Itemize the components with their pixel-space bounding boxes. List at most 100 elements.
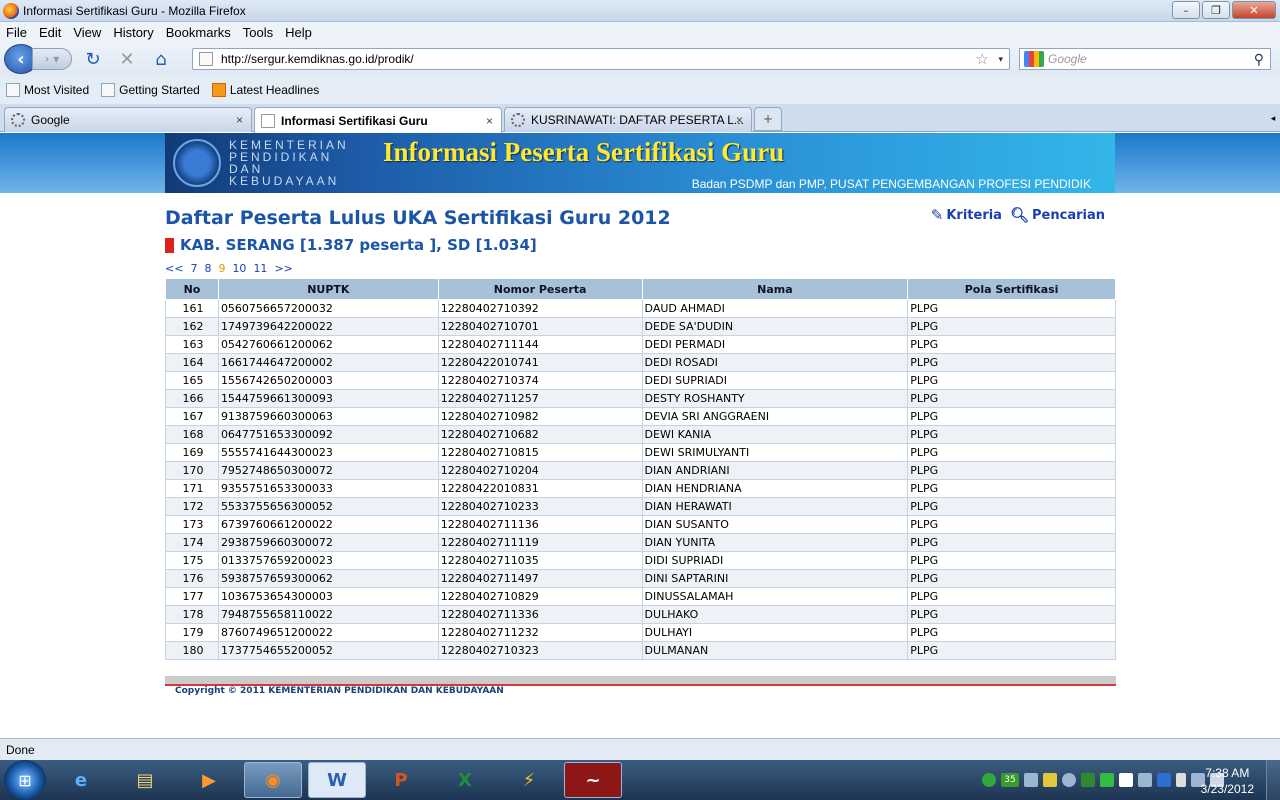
excel-icon[interactable]: X — [436, 762, 494, 798]
bookmark-most-visited[interactable]: Most Visited — [6, 83, 89, 97]
cell-nuptk: 2938759660300072 — [217, 533, 439, 552]
tray-minus-icon[interactable] — [1062, 773, 1076, 787]
app-icon[interactable]: ~ — [564, 762, 622, 798]
cell-nama: DIAN HERAWATI — [641, 497, 909, 516]
search-icon[interactable]: ⚲ — [1254, 51, 1264, 68]
page-icon — [261, 113, 275, 128]
table-row: 161 0560756657200032 12280402710392 DAUD AH… — [165, 299, 1116, 318]
cell-nuptk: 7952748650300072 — [217, 461, 439, 480]
tab-google[interactable]: Google × — [4, 107, 252, 132]
cell-nuptk: 5533755656300052 — [217, 497, 439, 516]
bookmark-latest-headlines[interactable]: Latest Headlines — [211, 83, 319, 97]
url-bar[interactable]: http://sergur.kemdiknas.go.id/prodik/ ☆ … — [192, 48, 1010, 70]
pencarian-link[interactable]: Pencarian — [1032, 208, 1105, 223]
menu-bookmarks[interactable]: Bookmarks — [166, 25, 231, 40]
window-controls: – ❐ ✕ — [1170, 1, 1276, 19]
cell-nama: DEDI SUPRIADI — [641, 371, 909, 390]
site-banner: KEMENTERIAN PENDIDIKAN DAN KEBUDAYAAN In… — [165, 133, 1115, 193]
cell-nama: DINUSSALAMAH — [641, 587, 909, 606]
google-icon[interactable] — [1024, 51, 1044, 67]
network-icon[interactable] — [1138, 773, 1152, 787]
tray-app-icon[interactable] — [1024, 773, 1038, 787]
cell-no: 179 — [165, 623, 219, 642]
triangle-icon[interactable] — [1100, 773, 1114, 787]
bookmark-getting-started[interactable]: Getting Started — [101, 83, 200, 97]
tab-close-icon[interactable]: × — [486, 114, 493, 128]
magnifier-icon[interactable]: 🔍︎ — [1010, 206, 1029, 224]
menu-file[interactable]: File — [6, 25, 27, 40]
reload-icon[interactable]: ↻ — [80, 47, 106, 71]
url-text[interactable]: http://sergur.kemdiknas.go.id/prodik/ — [221, 52, 414, 66]
pager-page-10[interactable]: 10 — [232, 262, 246, 275]
new-tab-button[interactable]: + — [754, 107, 782, 131]
bookmark-star-icon[interactable]: ☆ — [976, 50, 989, 68]
maximize-button[interactable]: ❐ — [1202, 1, 1230, 19]
start-button[interactable]: ⊞ — [4, 760, 46, 800]
bookmark-label: Most Visited — [24, 83, 90, 97]
minimize-button[interactable]: – — [1172, 1, 1200, 19]
cell-nuptk: 1661744647200002 — [217, 353, 439, 372]
table-row: 164 1661744647200002 12280422010741 DEDI RO… — [165, 353, 1116, 372]
powerpoint-icon[interactable]: P — [372, 762, 430, 798]
table-row: 179 8760749651200022 12280402711232 DULHAYI… — [165, 623, 1116, 642]
media-player-icon[interactable]: ▶ — [180, 762, 238, 798]
cell-nama: DESTY ROSHANTY — [641, 389, 909, 408]
menu-edit[interactable]: Edit — [39, 25, 61, 40]
stop-icon[interactable]: ✕ — [114, 47, 140, 71]
cell-nama: DULHAKO — [641, 605, 909, 624]
table-row: 170 7952748650300072 12280402710204 DIAN AN… — [165, 461, 1116, 480]
tab-close-icon[interactable]: × — [236, 113, 243, 127]
url-dropdown-icon[interactable]: ▾ — [998, 54, 1003, 65]
bookmarks-toolbar: Most Visited Getting Started Latest Head… — [0, 76, 1280, 104]
home-icon[interactable]: ⌂ — [148, 47, 174, 71]
edit-icon[interactable]: ✎ — [931, 206, 944, 224]
page-subtitle: KAB. SERANG [1.387 peserta ], SD [1.034] — [165, 236, 537, 254]
tab-scroll-icon[interactable]: ◂ — [1266, 107, 1280, 131]
page-title: Daftar Peserta Lulus UKA Sertifikasi Gur… — [165, 207, 671, 229]
pager-first[interactable]: << — [165, 262, 183, 275]
cell-nomor-peserta: 12280402710682 — [437, 425, 643, 444]
tray-color-icon[interactable] — [1043, 773, 1057, 787]
info-icon[interactable] — [982, 773, 996, 787]
word-icon[interactable]: W — [308, 762, 366, 798]
cell-pola: PLPG — [907, 353, 1116, 372]
cell-pola: PLPG — [907, 587, 1116, 606]
close-window-button[interactable]: ✕ — [1232, 1, 1276, 19]
badge-icon[interactable]: 35 — [1001, 773, 1019, 787]
cell-pola: PLPG — [907, 407, 1116, 426]
cell-nomor-peserta: 12280402710374 — [437, 371, 643, 390]
tray-blue-icon[interactable] — [1157, 773, 1171, 787]
window-title: Informasi Sertifikasi Guru - Mozilla Fir… — [23, 3, 246, 18]
menu-tools[interactable]: Tools — [243, 25, 273, 40]
pagination: << 7 8 9 10 11 >> — [165, 262, 300, 275]
tab-kusrinawati[interactable]: KUSRINAWATI: DAFTAR PESERTA L... × — [504, 107, 752, 132]
cell-nomor-peserta: 12280402711119 — [437, 533, 643, 552]
tab-close-icon[interactable]: × — [736, 113, 743, 127]
pager-page-8[interactable]: 8 — [204, 262, 211, 275]
signal-icon[interactable] — [1081, 773, 1095, 787]
forward-button[interactable]: › ▾ — [32, 48, 72, 70]
search-placeholder[interactable]: Google — [1048, 52, 1087, 66]
winamp-icon[interactable]: ⚡ — [500, 762, 558, 798]
ie-icon[interactable]: e — [52, 762, 110, 798]
menu-history[interactable]: History — [113, 25, 153, 40]
cell-nuptk: 0647751653300092 — [217, 425, 439, 444]
cell-nuptk: 9355751653300033 — [217, 479, 439, 498]
menu-help[interactable]: Help — [285, 25, 312, 40]
tab-informasi-sertifikasi[interactable]: Informasi Sertifikasi Guru × — [254, 107, 502, 133]
explorer-icon[interactable]: ▤ — [116, 762, 174, 798]
pager-last[interactable]: >> — [274, 262, 292, 275]
table-row: 172 5533755656300052 12280402710233 DIAN HE… — [165, 497, 1116, 516]
page-content: KEMENTERIAN PENDIDIKAN DAN KEBUDAYAAN In… — [0, 133, 1280, 738]
participants-table: No NUPTK Nomor Peserta Nama Pola Sertifi… — [165, 278, 1116, 660]
system-clock[interactable]: 7:38 AM 3/23/2012 — [1201, 765, 1254, 797]
pager-page-11[interactable]: 11 — [253, 262, 267, 275]
kriteria-link[interactable]: Kriteria — [946, 208, 1002, 223]
show-desktop-button[interactable] — [1266, 760, 1280, 800]
pager-page-7[interactable]: 7 — [190, 262, 197, 275]
flag-icon[interactable] — [1119, 773, 1133, 787]
battery-icon[interactable] — [1176, 773, 1186, 787]
search-bar[interactable]: Google ⚲ — [1019, 48, 1271, 70]
firefox-icon[interactable]: ◉ — [244, 762, 302, 798]
menu-view[interactable]: View — [73, 25, 101, 40]
